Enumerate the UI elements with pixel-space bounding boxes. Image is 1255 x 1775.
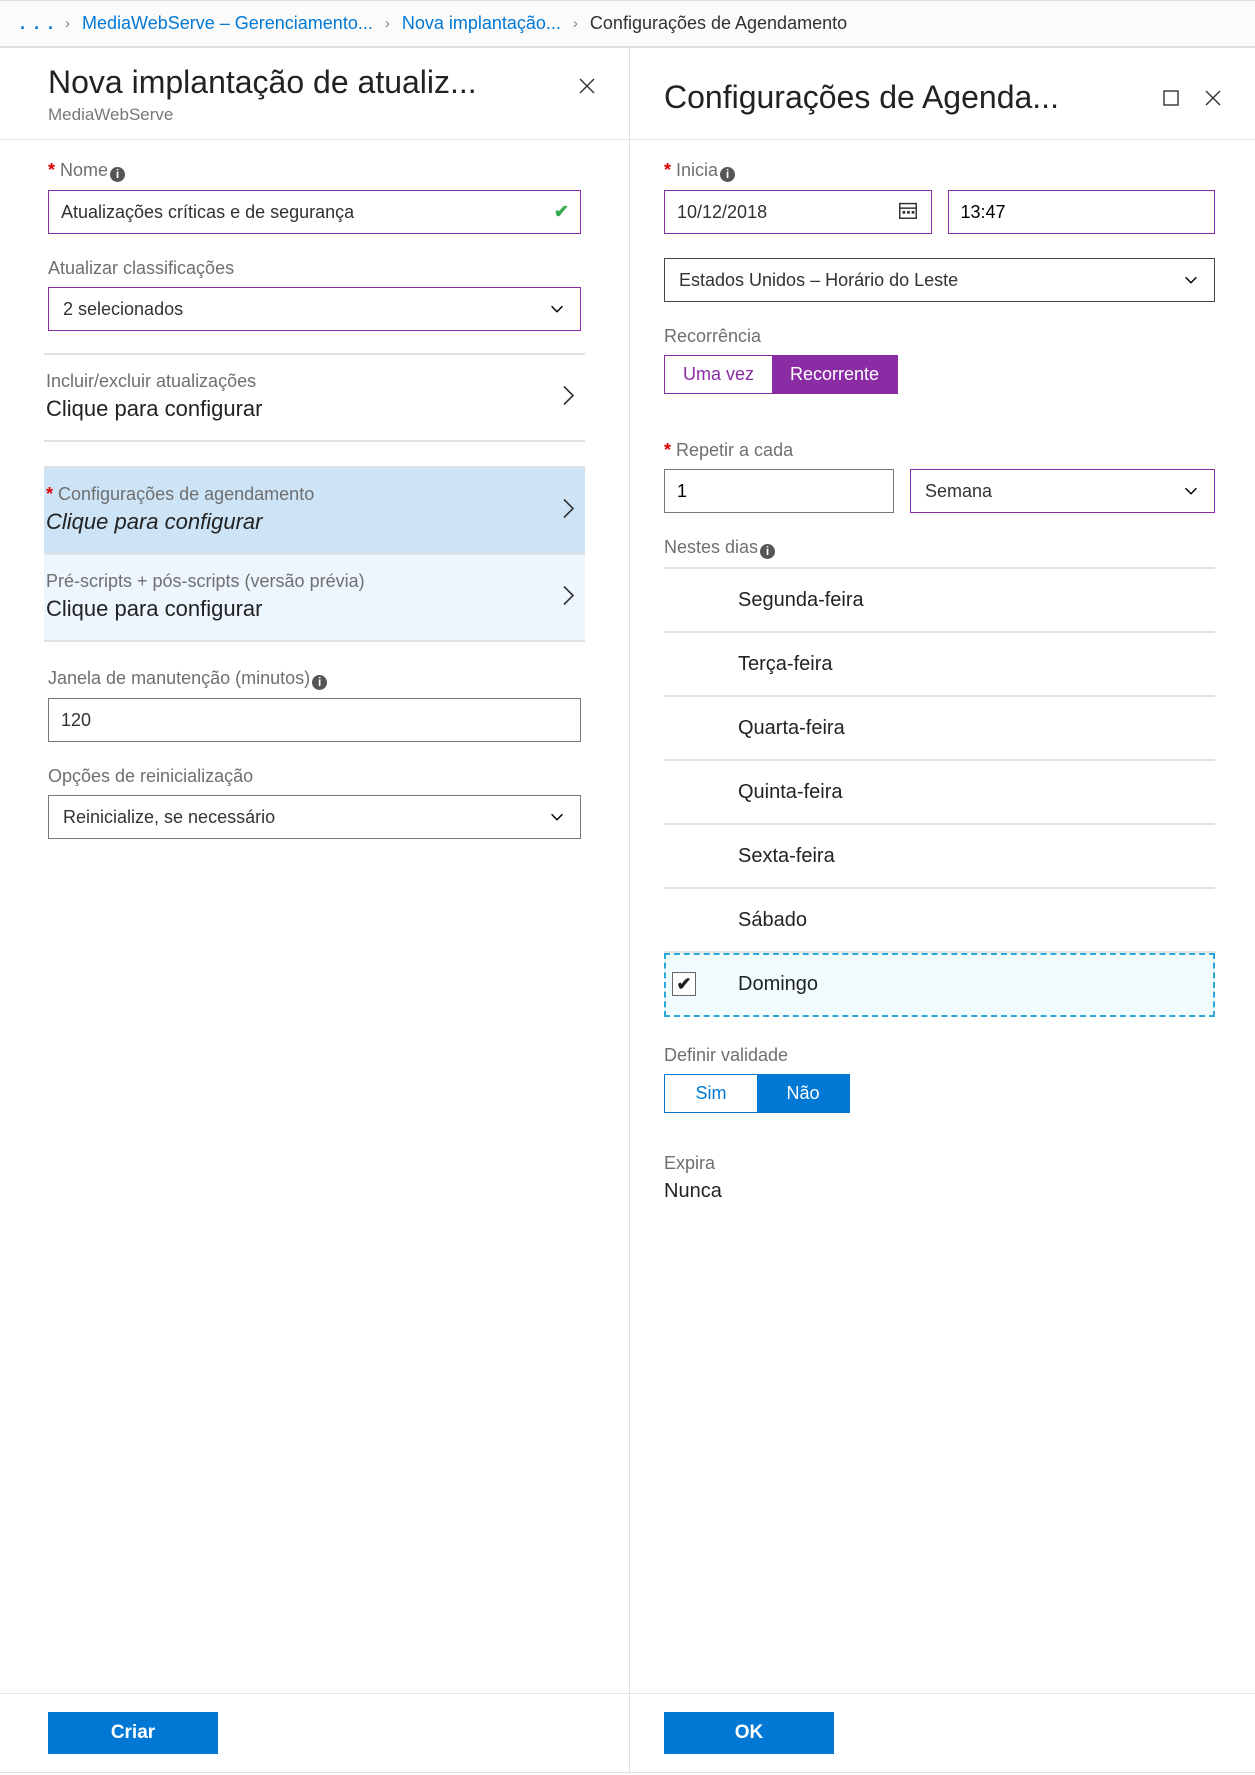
maintenance-window-input[interactable] <box>48 698 581 742</box>
panel-new-deployment: Nova implantação de atualiz... MediaWebS… <box>0 48 630 1772</box>
breadcrumb-current: Configurações de Agendamento <box>590 13 847 34</box>
day-row[interactable]: Quarta-feira <box>664 697 1215 761</box>
day-checkbox[interactable] <box>672 972 696 996</box>
chevron-right-icon: › <box>573 15 578 32</box>
classifications-label: Atualizar classificações <box>48 258 581 279</box>
create-button[interactable]: Criar <box>48 1712 218 1754</box>
days-list: Segunda-feira Terça-feira Quarta-feira Quin… <box>664 567 1215 1017</box>
day-row[interactable]: Quinta-feira <box>664 761 1215 825</box>
timezone-value: Estados Unidos – Horário do Leste <box>679 270 958 291</box>
repeat-label: Repetir a cada <box>664 440 1215 461</box>
start-label: Iniciai <box>664 160 1215 182</box>
maintenance-window-label: Janela de manutenção (minutos)i <box>48 668 581 690</box>
expiration-no[interactable]: Não <box>757 1075 849 1112</box>
panel-schedule-settings: Configurações de Agenda... Iniciai 10/12… <box>630 48 1255 1772</box>
chevron-right-icon <box>561 382 577 413</box>
info-icon[interactable]: i <box>312 675 327 690</box>
day-label: Quinta-feira <box>738 781 843 804</box>
chevron-down-icon <box>548 300 566 318</box>
day-label: Quarta-feira <box>738 717 845 740</box>
item-title: Pré-scripts + pós-scripts (versão prévia… <box>46 571 579 592</box>
panel-title: Configurações de Agenda... <box>664 79 1157 116</box>
item-title: Configurações de agendamento <box>46 484 579 505</box>
calendar-icon <box>897 199 919 226</box>
ok-button[interactable]: OK <box>664 1712 834 1754</box>
day-row[interactable]: Terça-feira <box>664 633 1215 697</box>
breadcrumb-link-0[interactable]: MediaWebServe – Gerenciamento... <box>82 13 373 34</box>
day-label: Terça-feira <box>738 653 832 676</box>
start-date-input[interactable]: 10/12/2018 <box>664 190 932 234</box>
valid-check-icon: ✔ <box>554 202 569 223</box>
item-action: Clique para configurar <box>46 596 262 621</box>
expiration-yes[interactable]: Sim <box>665 1075 757 1112</box>
day-label: Sábado <box>738 909 807 932</box>
reboot-options-dropdown[interactable]: Reinicialize, se necessário <box>48 795 581 839</box>
close-icon <box>1203 88 1223 108</box>
chevron-down-icon <box>548 808 566 826</box>
classifications-value: 2 selecionados <box>63 299 183 320</box>
breadcrumb: . . . › MediaWebServe – Gerenciamento...… <box>0 0 1255 48</box>
repeat-every-input[interactable] <box>664 469 894 513</box>
recurrence-recurrent[interactable]: Recorrente <box>772 356 897 393</box>
days-label: Nestes diasi <box>664 537 1215 559</box>
item-action: Clique para configurar <box>46 396 262 421</box>
panel-subtitle: MediaWebServe <box>48 105 573 125</box>
item-action: Clique para configurar <box>46 509 262 534</box>
info-icon[interactable]: i <box>720 167 735 182</box>
start-date-value: 10/12/2018 <box>677 202 767 223</box>
repeat-unit-value: Semana <box>925 481 992 502</box>
close-button[interactable] <box>573 72 601 100</box>
info-icon[interactable]: i <box>760 544 775 559</box>
square-icon <box>1161 88 1181 108</box>
reboot-options-label: Opções de reinicialização <box>48 766 581 787</box>
set-expiration-label: Definir validade <box>664 1045 1215 1066</box>
start-time-input[interactable] <box>948 190 1216 234</box>
day-row[interactable]: Sexta-feira <box>664 825 1215 889</box>
breadcrumb-link-1[interactable]: Nova implantação... <box>402 13 561 34</box>
recurrence-label: Recorrência <box>664 326 1215 347</box>
day-row[interactable]: Segunda-feira <box>664 569 1215 633</box>
item-include-exclude[interactable]: Incluir/excluir atualizações Clique para… <box>44 353 585 442</box>
breadcrumb-more[interactable]: . . . <box>20 13 55 34</box>
day-label: Segunda-feira <box>738 589 864 612</box>
name-label: Nomei <box>48 160 581 182</box>
expiration-toggle: Sim Não <box>664 1074 850 1113</box>
expires-label: Expira <box>664 1153 1215 1174</box>
recurrence-once[interactable]: Uma vez <box>665 356 772 393</box>
expires-value: Nunca <box>664 1180 1215 1203</box>
item-pre-post-scripts[interactable]: Pré-scripts + pós-scripts (versão prévia… <box>44 553 585 642</box>
day-row[interactable]: Domingo <box>664 953 1215 1017</box>
timezone-select[interactable]: Estados Unidos – Horário do Leste <box>664 258 1215 302</box>
panel-title: Nova implantação de atualiz... <box>48 64 573 101</box>
recurrence-toggle: Uma vez Recorrente <box>664 355 898 394</box>
maximize-button[interactable] <box>1157 84 1185 112</box>
day-row[interactable]: Sábado <box>664 889 1215 953</box>
chevron-right-icon <box>561 582 577 613</box>
chevron-down-icon <box>1182 482 1200 500</box>
close-button[interactable] <box>1199 84 1227 112</box>
day-label: Domingo <box>738 973 818 996</box>
repeat-unit-dropdown[interactable]: Semana <box>910 469 1215 513</box>
day-label: Sexta-feira <box>738 845 835 868</box>
name-input[interactable] <box>48 190 581 234</box>
chevron-down-icon <box>1182 271 1200 289</box>
close-icon <box>577 76 597 96</box>
chevron-right-icon: › <box>65 15 70 32</box>
reboot-options-value: Reinicialize, se necessário <box>63 807 275 828</box>
chevron-right-icon: › <box>385 15 390 32</box>
info-icon[interactable]: i <box>110 167 125 182</box>
chevron-right-icon <box>561 495 577 526</box>
classifications-dropdown[interactable]: 2 selecionados <box>48 287 581 331</box>
item-schedule-settings[interactable]: Configurações de agendamento Clique para… <box>44 466 585 555</box>
item-title: Incluir/excluir atualizações <box>46 371 579 392</box>
